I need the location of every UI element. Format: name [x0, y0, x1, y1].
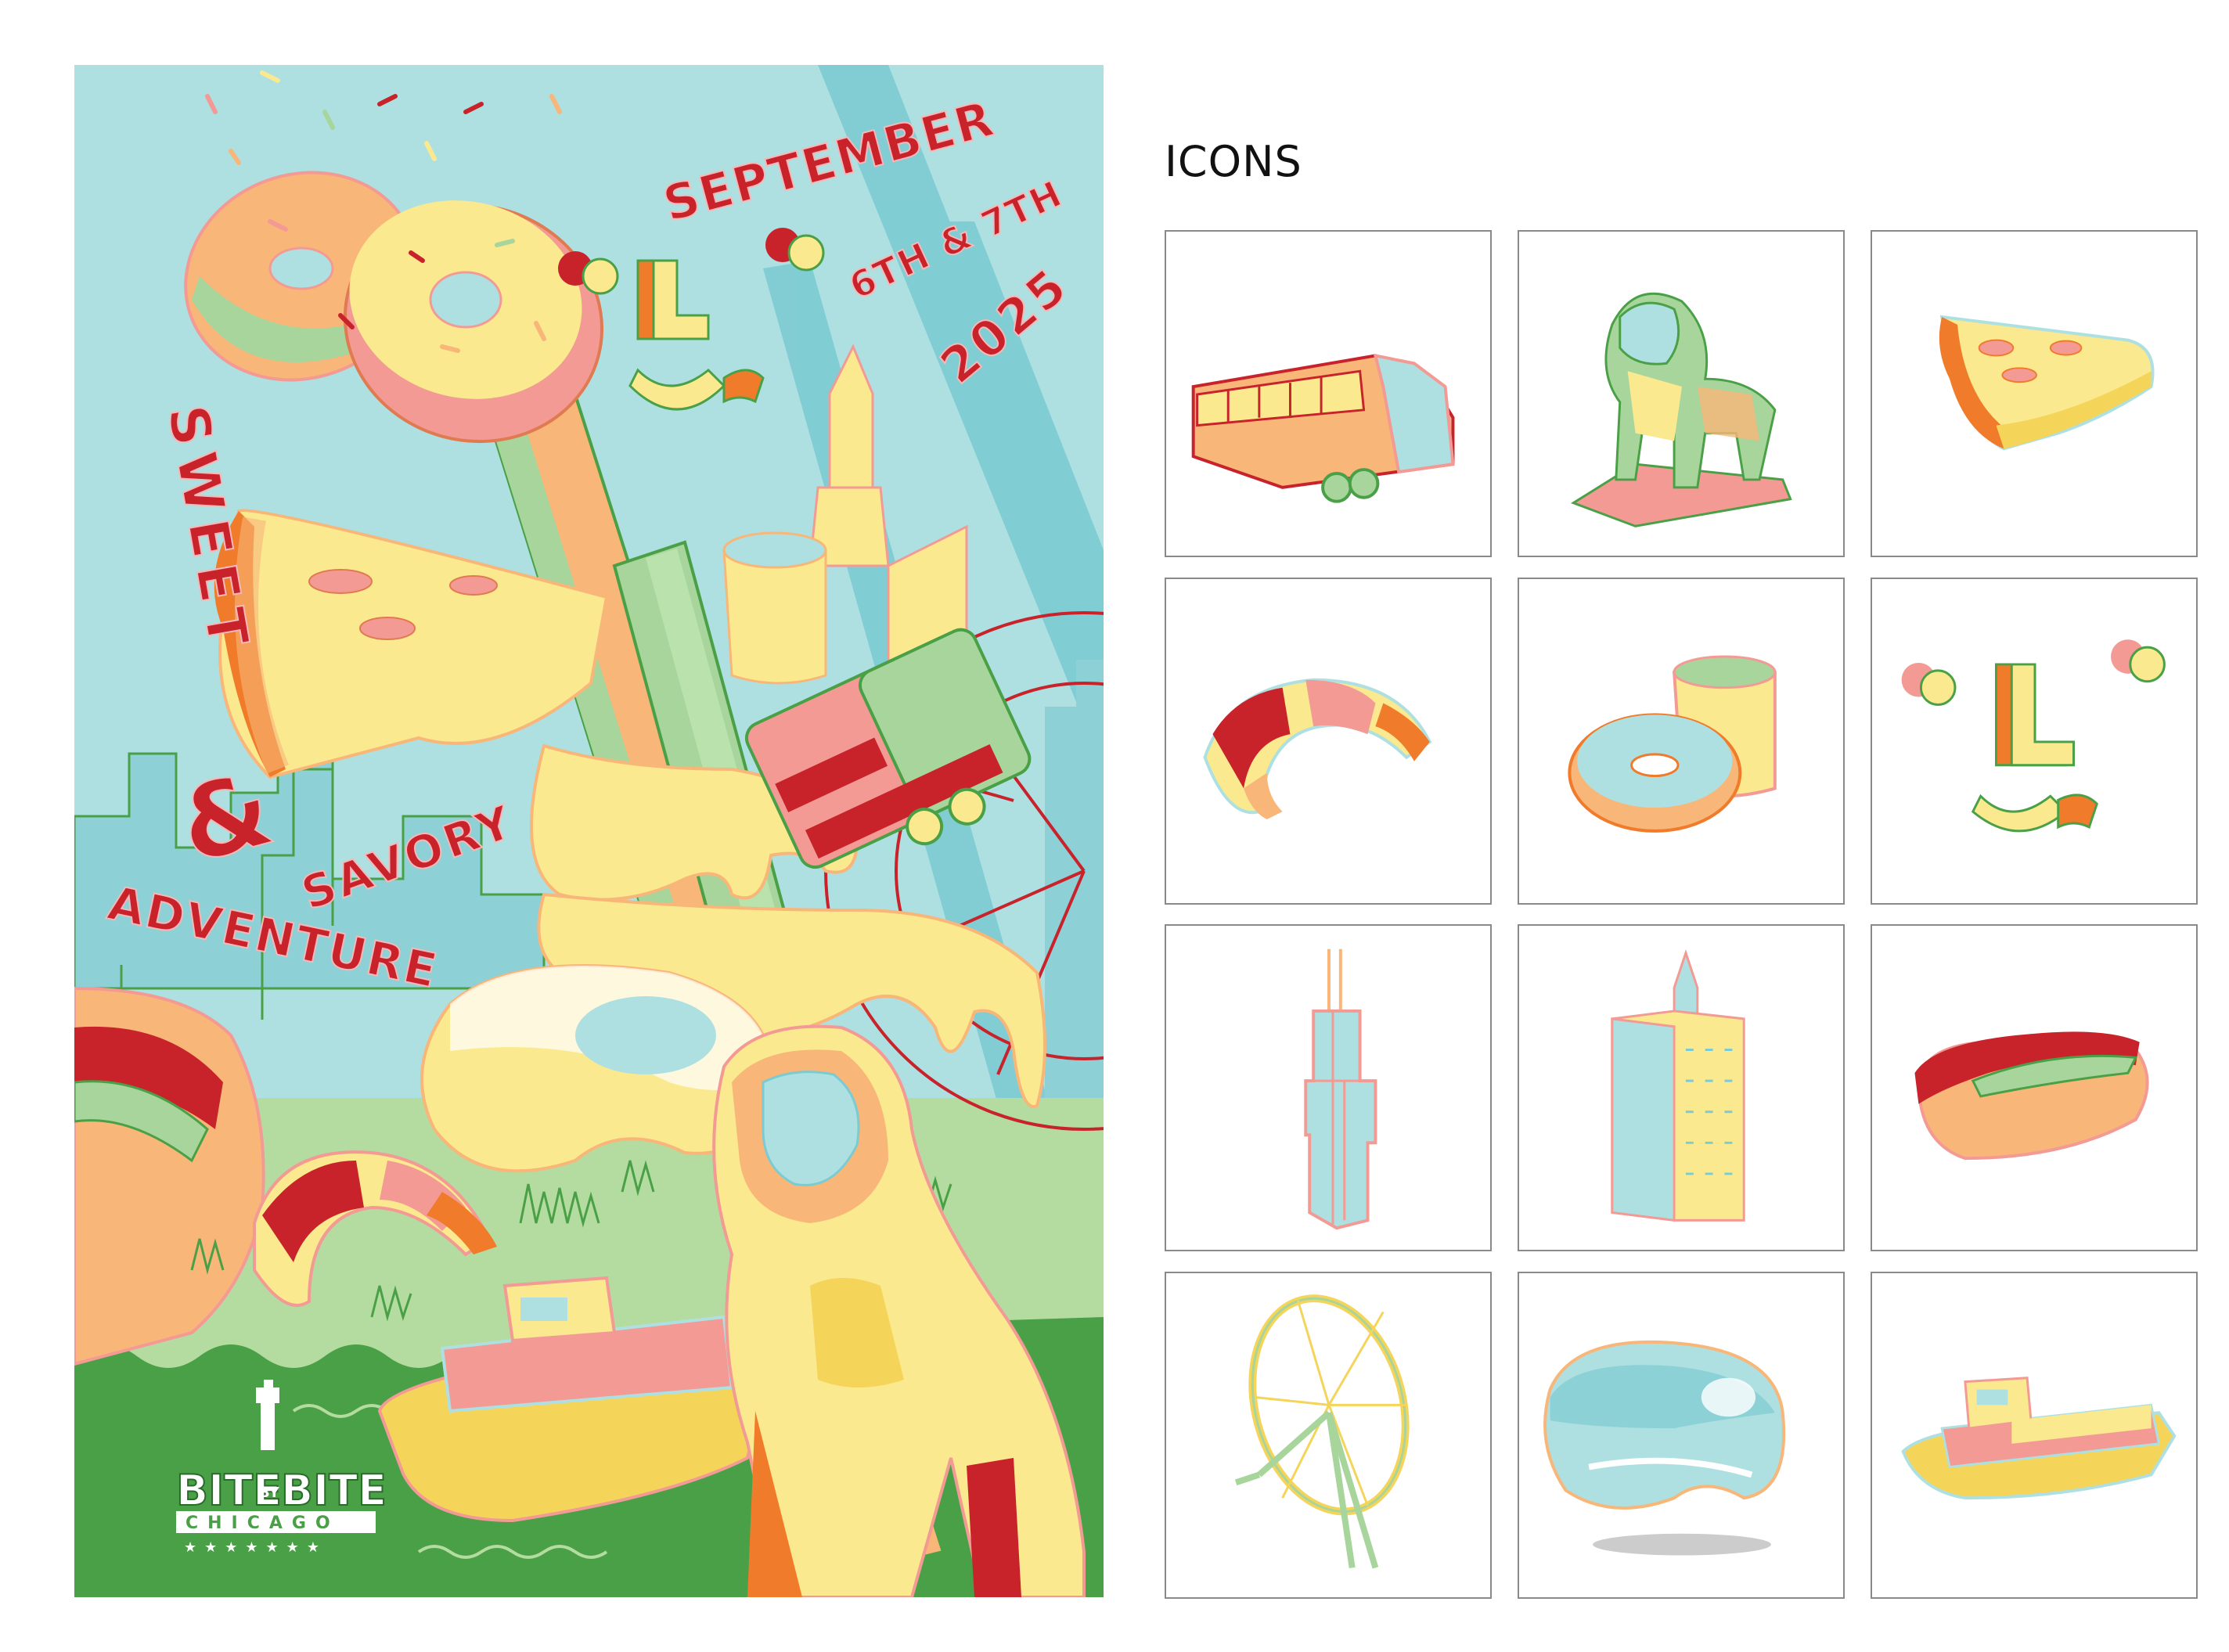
hot-dog-icon: [1871, 924, 2198, 1251]
lion-statue-icon: [1518, 230, 1845, 557]
train-icon: [1165, 230, 1492, 557]
donut-and-coffee-icon: [1518, 578, 1845, 905]
croissant-icon: [1165, 578, 1492, 905]
pizza-slice-icon: [1871, 230, 2198, 557]
svg-text:BITE: BITE: [281, 1466, 387, 1515]
cloud-gate-bean-icon: [1518, 1272, 1845, 1599]
svg-text:CHICAGO: CHICAGO: [185, 1513, 340, 1533]
svg-text:BY: BY: [259, 1485, 280, 1501]
skyscraper-icon: [1518, 924, 1845, 1251]
event-poster: SEPTEMBER 6TH & 7TH 2025 SWEET & SAVORY …: [74, 65, 1104, 1597]
svg-text:★★★★★★★: ★★★★★★★: [184, 1539, 327, 1556]
l-train-sign-icon: [1871, 578, 2198, 905]
boat-icon: [1871, 1272, 2198, 1599]
willis-tower-icon: [1165, 924, 1492, 1251]
ferris-wheel-icon: [1165, 1272, 1492, 1599]
icons-heading: ICONS: [1165, 137, 1302, 186]
